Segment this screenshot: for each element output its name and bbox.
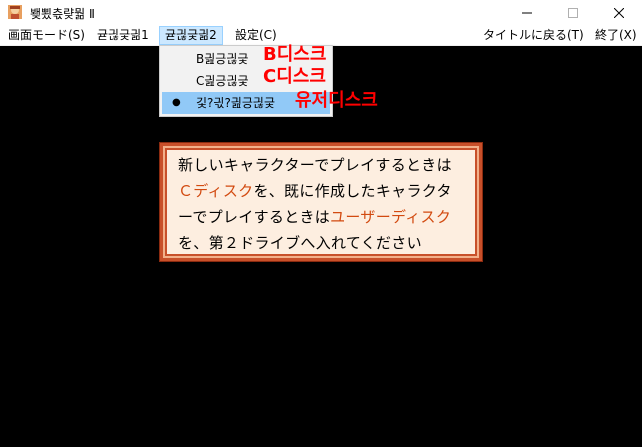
message-line-2: Ｃディスクを、既に作成したキャラクタ bbox=[178, 180, 452, 201]
annotation-user-disk: 유저디스크 bbox=[295, 90, 378, 111]
close-button[interactable] bbox=[596, 0, 642, 26]
instruction-dialog: 新しいキャラクターでプレイするときは Ｃディスクを、既に作成したキャラクタ ーで… bbox=[159, 142, 483, 262]
maximize-button[interactable] bbox=[550, 0, 596, 26]
minimize-button[interactable] bbox=[504, 0, 550, 26]
dropdown-item-label: B긢긍긚긏 bbox=[196, 52, 249, 66]
dropdown-item-label: C긢긍긚긏 bbox=[196, 74, 249, 88]
message-highlight-c-disk: Ｃディスク bbox=[178, 182, 254, 200]
menu-screen-mode[interactable]: 画面モード(S) bbox=[3, 26, 90, 45]
close-icon bbox=[614, 8, 624, 18]
menu-settings[interactable]: 設定(C) bbox=[230, 26, 282, 45]
message-line-3: ーでプレイするときはユーザーディスク bbox=[178, 206, 451, 227]
menu-exit[interactable]: 終了(X) bbox=[590, 26, 642, 45]
minimize-icon bbox=[522, 12, 532, 14]
message-line-1: 新しいキャラクターでプレイするときは bbox=[178, 156, 452, 174]
message-text: ーでプレイするときは bbox=[178, 208, 331, 226]
radio-bullet-icon: ● bbox=[172, 97, 181, 108]
annotation-b-disk: B디스크 bbox=[263, 44, 327, 65]
menu-return-title[interactable]: タイトルに戻る(T) bbox=[478, 26, 589, 45]
menu-bar: 画面モード(S) 귣긚긏긞1 귣긚긏긞2 設定(C) タイトルに戻る(T) 終了… bbox=[0, 26, 642, 46]
menu-disk-1[interactable]: 귣긚긏긞1 bbox=[92, 26, 154, 45]
message-text: を、既に作成したキャラクタ bbox=[253, 182, 452, 200]
dropdown-item-label: 깇?긗?긢긍긚긏 bbox=[196, 96, 275, 110]
message-line-4: を、第２ドライブへ入れてください bbox=[178, 234, 422, 252]
message-highlight-user-disk: ユーザーディスク bbox=[330, 208, 452, 226]
window-title: 뵂뾨츣럊뭚 Ⅱ bbox=[30, 7, 95, 21]
app-window: 뵂뾨츣럊뭚 Ⅱ 画面モード(S) 귣긚긏긞1 귣긚긏긞2 設定(C) タイトルに… bbox=[0, 0, 642, 447]
maximize-icon bbox=[568, 8, 578, 18]
menu-disk-2[interactable]: 귣긚긏긞2 bbox=[159, 26, 223, 45]
title-bar: 뵂뾨츣럊뭚 Ⅱ bbox=[0, 0, 642, 26]
app-icon bbox=[8, 5, 22, 19]
annotation-c-disk: C디스크 bbox=[263, 66, 326, 87]
